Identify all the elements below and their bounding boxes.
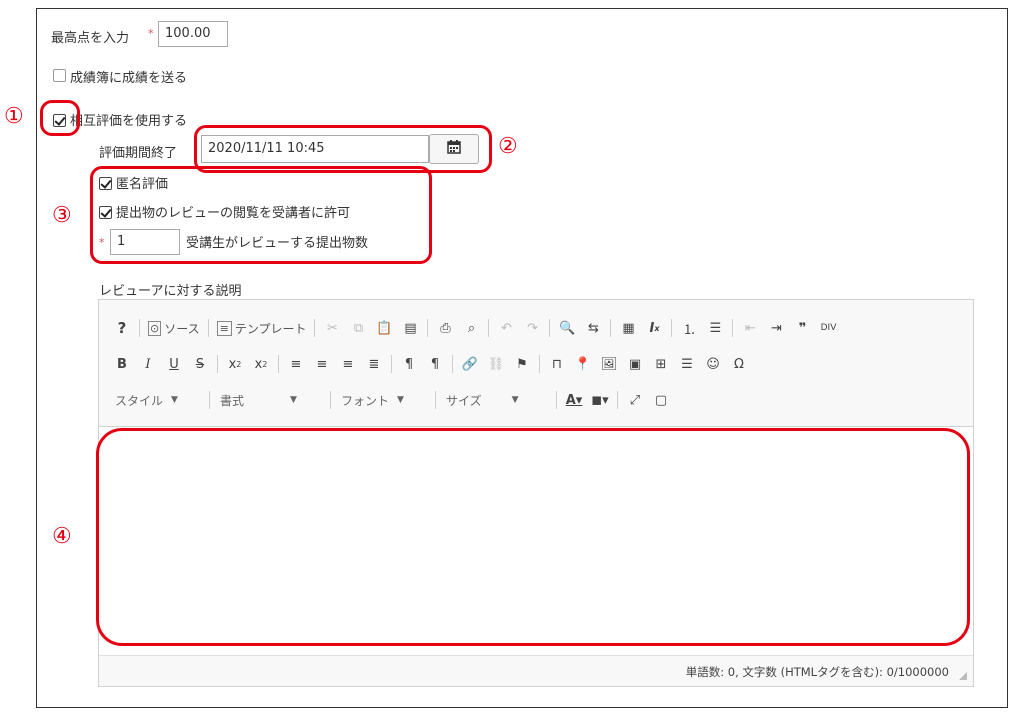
select-all-icon[interactable]: ▦ [617,317,639,339]
separator [617,391,618,409]
separator [278,355,279,373]
image-icon[interactable]: 🖼 [598,353,620,375]
templates-button[interactable]: ≡ テンプレート [215,317,309,339]
omega-icon[interactable]: Ω [728,353,750,375]
separator [139,319,140,337]
required-mark: * [148,27,154,40]
annotation-marker-1: ① [4,104,24,129]
help-button[interactable]: ? [111,317,133,339]
toolbar-row-3: スタイル ▼ 書式 ▼ フォント ▼ サイズ ▼ A▾ ◼▾ ⤢ ▢ [109,386,674,414]
resize-icon[interactable] [959,672,967,680]
editor-toolbar: ? ⊙ ソース ≡ テンプレート ✂ ⧉ 📋 ▤ ⎙ ⌕ ↶ ↷ 🔍 ⇆ ▦ Ix … [99,300,973,427]
align-center-icon[interactable]: ≡ [311,353,333,375]
separator [671,319,673,337]
indent-icon[interactable]: ⇥ [765,317,787,339]
max-score-label: 最高点を入力 [51,31,130,46]
numbered-list-icon[interactable]: ⒈ [678,317,700,339]
blockquote-icon[interactable]: ❞ [791,317,813,339]
separator [435,391,436,409]
italic-icon[interactable]: I [137,353,159,375]
media-icon[interactable]: ⊓ [546,353,568,375]
chevron-down-icon: ▼ [171,395,178,405]
separator [217,355,218,373]
separator [209,391,210,409]
styles-dropdown[interactable]: スタイル ▼ [109,389,205,411]
annotation-marker-3: ③ [52,203,72,228]
print-icon[interactable]: ⎙ [434,317,456,339]
undo-icon[interactable]: ↶ [495,317,517,339]
separator [732,319,734,337]
annotation-marker-2: ② [498,134,518,159]
cut-icon[interactable]: ✂ [321,317,343,339]
source-button[interactable]: ⊙ ソース [146,317,202,339]
separator [330,391,331,409]
anchor-icon[interactable]: ⚑ [511,353,533,375]
find-icon[interactable]: 🔍 [556,317,578,339]
superscript-icon[interactable]: x2 [250,353,272,375]
format-dropdown[interactable]: 書式 ▼ [214,389,326,411]
pin-icon[interactable]: 📍 [572,353,594,375]
separator [452,355,453,373]
max-score-input[interactable]: 100.00 [158,21,228,47]
underline-icon[interactable]: U [163,353,185,375]
editor-statusbar: 単語数: 0, 文字数 (HTMLタグを含む): 0/1000000 [99,655,973,686]
font-dropdown[interactable]: フォント ▼ [335,389,431,411]
separator [207,319,209,337]
separator [314,319,316,337]
video-icon[interactable]: ▣ [624,353,646,375]
show-blocks-icon[interactable]: ▢ [650,389,672,411]
source-icon: ⊙ [148,320,162,336]
ltr-icon[interactable]: ¶ [398,353,420,375]
separator [610,319,612,337]
table-icon[interactable]: ⊞ [650,353,672,375]
preview-icon[interactable]: ⌕ [460,317,482,339]
remove-format-icon[interactable]: Ix [643,317,665,339]
maximize-icon[interactable]: ⤢ [624,389,646,411]
reviewer-instructions-label: レビューアに対する説明 [99,284,242,299]
strike-icon[interactable]: S [189,353,211,375]
link-icon[interactable]: 🔗 [459,353,481,375]
horizontal-rule-icon[interactable]: ☰ [676,353,698,375]
send-to-gradebook-label: 成績簿に成績を送る [70,71,188,86]
replace-icon[interactable]: ⇆ [582,317,604,339]
chevron-down-icon: ▼ [290,395,297,405]
align-right-icon[interactable]: ≡ [337,353,359,375]
chevron-down-icon: ▼ [511,395,519,405]
word-count-status: 単語数: 0, 文字数 (HTMLタグを含む): 0/1000000 [685,665,949,679]
toolbar-row-1: ? ⊙ ソース ≡ テンプレート ✂ ⧉ 📋 ▤ ⎙ ⌕ ↶ ↷ 🔍 ⇆ ▦ Ix … [109,314,841,342]
align-left-icon[interactable]: ≡ [285,353,307,375]
peer-review-label: 相互評価を使用する [70,114,188,129]
separator [556,391,557,409]
toolbar-row-2: B I U S x2 x2 ≡ ≡ ≡ ≣ ¶ ¶ 🔗 ⛓ ⚑ ⊓ 📍 🖼 ▣ … [109,350,752,378]
subscript-icon[interactable]: x2 [224,353,246,375]
size-dropdown[interactable]: サイズ ▼ [440,389,552,411]
unlink-icon[interactable]: ⛓ [485,353,507,375]
div-icon[interactable]: DIV [817,317,839,339]
separator [391,355,392,373]
annotation-box-4 [96,428,970,646]
separator [539,355,540,373]
smiley-icon[interactable]: ☺ [702,353,724,375]
copy-icon[interactable]: ⧉ [347,317,369,339]
separator [549,319,551,337]
outdent-icon[interactable]: ⇤ [739,317,761,339]
redo-icon[interactable]: ↷ [521,317,543,339]
bg-color-icon[interactable]: ◼▾ [589,389,611,411]
rtl-icon[interactable]: ¶ [424,353,446,375]
annotation-box-1 [40,100,80,136]
bold-icon[interactable]: B [111,353,133,375]
bullet-list-icon[interactable]: ☰ [704,317,726,339]
template-icon: ≡ [216,320,232,336]
paste-icon[interactable]: 📋 [373,317,395,339]
send-to-gradebook-checkbox[interactable] [53,69,66,82]
paste-text-icon[interactable]: ▤ [399,317,421,339]
align-justify-icon[interactable]: ≣ [363,353,385,375]
chevron-down-icon: ▼ [397,395,404,405]
text-color-icon[interactable]: A▾ [563,389,585,411]
review-end-label: 評価期間終了 [99,146,178,161]
annotation-marker-4: ④ [52,524,72,549]
annotation-box-3 [90,166,432,264]
separator [488,319,490,337]
separator [427,319,429,337]
